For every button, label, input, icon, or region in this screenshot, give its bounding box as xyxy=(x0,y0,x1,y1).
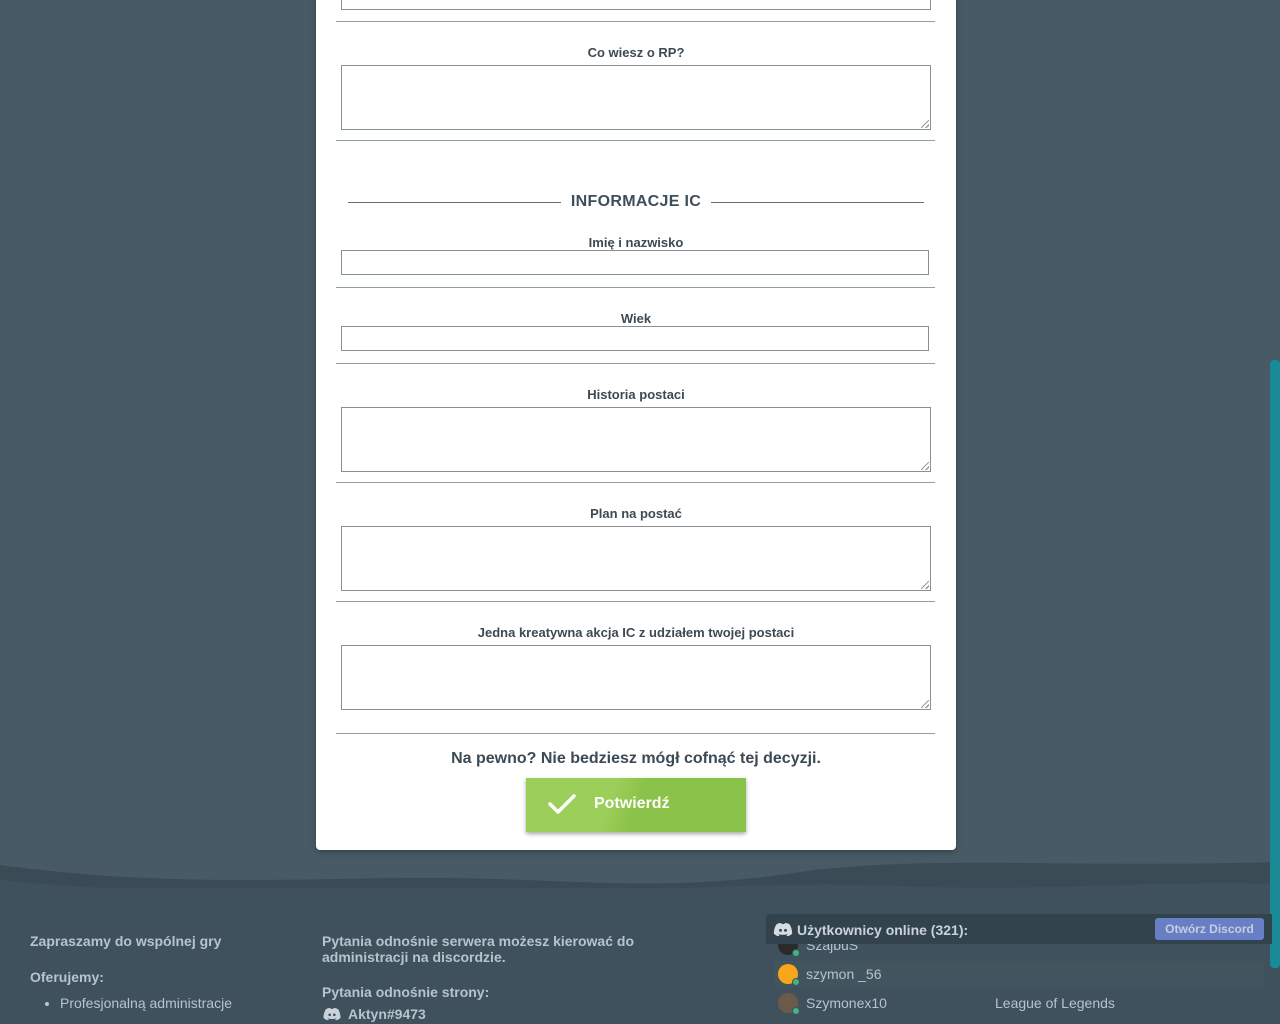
member-name: Szymonex10 xyxy=(806,995,887,1011)
offer-list-item: Profesjonalną administracje xyxy=(60,993,290,1013)
open-discord-button[interactable]: Otwórz Discord xyxy=(1155,918,1264,940)
discord-icon xyxy=(773,923,793,937)
site-admin-contact[interactable]: Aktyn#9473 xyxy=(322,1006,662,1022)
resize-grip-icon[interactable] xyxy=(921,700,929,708)
field-separator xyxy=(336,21,935,22)
offer-list: Profesjonalną administracje xyxy=(30,993,290,1013)
rp-knowledge-label: Co wiesz o RP? xyxy=(587,45,685,60)
confirm-button[interactable]: Potwierdź xyxy=(526,778,746,832)
section-title: INFORMACJE IC xyxy=(570,193,702,210)
discord-member[interactable]: Szymonex10 League of Legends xyxy=(774,990,1264,1016)
ic-age-input[interactable] xyxy=(341,326,929,351)
footer-welcome-heading: Zapraszamy do wspólnej gry xyxy=(30,933,222,949)
rp-knowledge-textarea[interactable] xyxy=(341,65,931,130)
resize-grip-icon[interactable] xyxy=(921,581,929,589)
field-separator xyxy=(336,482,935,483)
discord-icon xyxy=(323,1007,341,1021)
footer-welcome-column: Zapraszamy do wspólnej gry Oferujemy: Pr… xyxy=(30,933,290,1013)
confirm-warning-text: Na pewno? Nie bedziesz mógł cofnąć tej d… xyxy=(451,750,821,767)
online-status-dot xyxy=(792,978,800,986)
ic-history-textarea[interactable] xyxy=(341,407,931,472)
ic-action-label: Jedna kreatywna akcja IC z udziałem twoj… xyxy=(477,625,795,640)
ic-name-label: Imię i nazwisko xyxy=(588,235,684,250)
discord-member[interactable]: szymon _56 xyxy=(774,961,1264,987)
ic-name-input[interactable] xyxy=(341,250,929,275)
resize-grip-icon[interactable] xyxy=(921,462,929,470)
ic-action-textarea[interactable] xyxy=(341,645,931,710)
resize-grip-icon[interactable] xyxy=(921,120,929,128)
online-status-dot xyxy=(792,949,800,957)
field-separator xyxy=(336,287,935,288)
ic-plan-label: Plan na postać xyxy=(590,506,682,521)
discord-widget-header: Użytkownicy online (321): Otwórz Discord xyxy=(766,914,1272,944)
member-name: szymon _56 xyxy=(806,966,882,982)
field-separator xyxy=(336,733,935,734)
ic-history-label: Historia postaci xyxy=(587,387,685,402)
footer-offer-heading: Oferujemy: xyxy=(30,969,104,985)
application-form-card: Co wiesz o RP? INFORMACJE IC Imię i nazw… xyxy=(316,0,956,850)
site-questions-text: Pytania odnośnie strony: xyxy=(322,984,490,1000)
discord-online-title: Użytkownicy online (321): xyxy=(797,922,969,938)
site-admin-name: Aktyn#9473 xyxy=(348,1006,426,1022)
footer-contact-column: Pytania odnośnie serwera możesz kierować… xyxy=(322,933,662,1022)
previous-field-input[interactable] xyxy=(341,0,931,10)
checkmark-icon xyxy=(548,794,576,814)
field-separator xyxy=(336,140,935,141)
discord-widget: Użytkownicy online (321): Otwórz Discord… xyxy=(766,914,1272,1024)
confirm-button-label: Potwierdź xyxy=(594,795,670,812)
field-separator xyxy=(336,601,935,602)
page-scrollbar[interactable] xyxy=(1270,360,1280,968)
section-heading-ic: INFORMACJE IC xyxy=(348,192,924,212)
member-game: League of Legends xyxy=(995,995,1115,1011)
field-separator xyxy=(336,363,935,364)
ic-plan-textarea[interactable] xyxy=(341,526,931,591)
server-questions-text: Pytania odnośnie serwera możesz kierować… xyxy=(322,933,634,965)
online-status-dot xyxy=(792,1007,800,1015)
ic-age-label: Wiek xyxy=(620,311,652,326)
